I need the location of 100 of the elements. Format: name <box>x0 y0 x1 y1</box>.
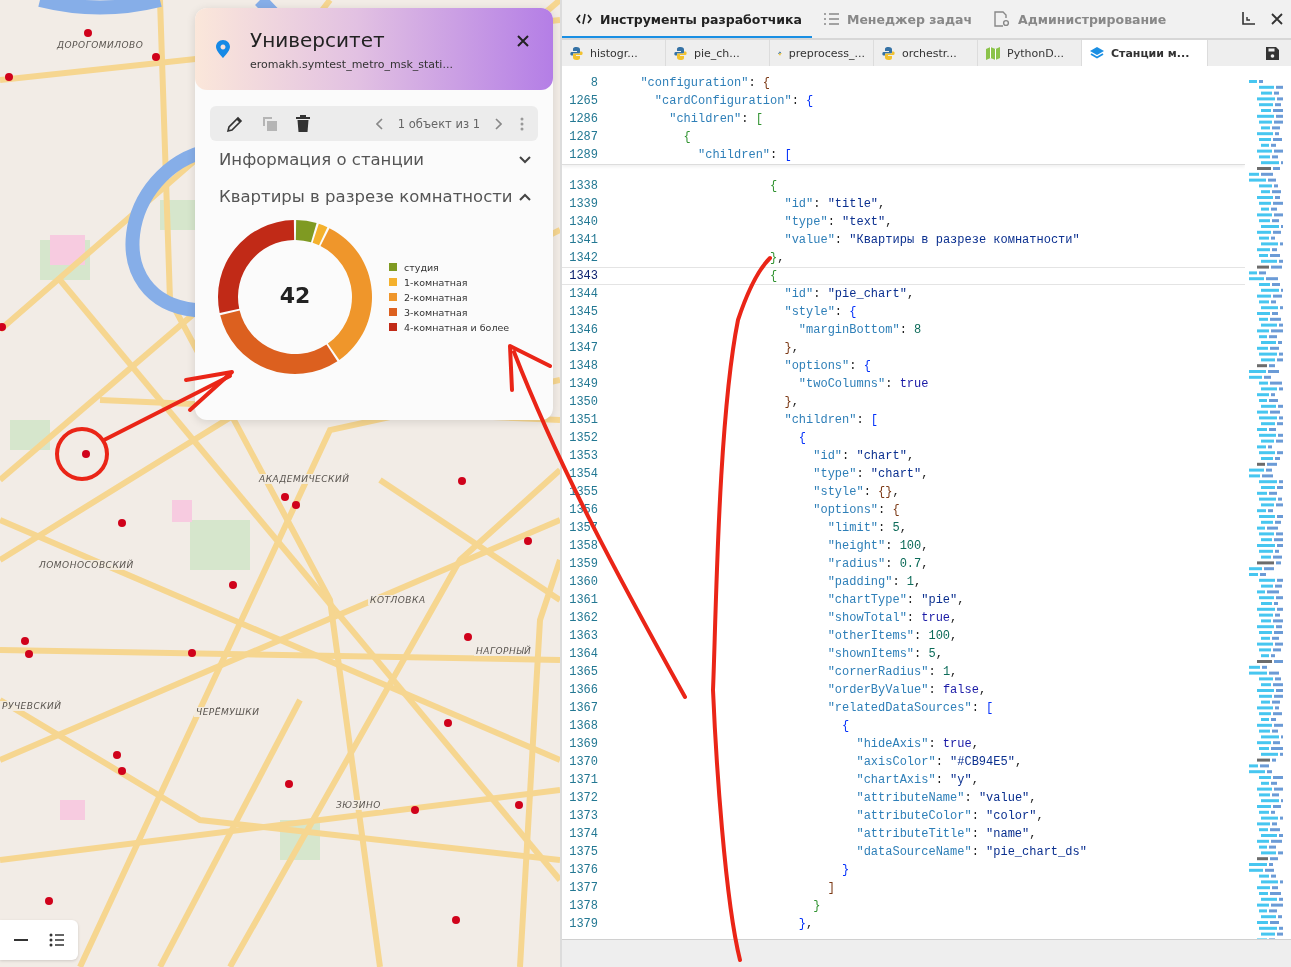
station-marker[interactable] <box>464 633 472 641</box>
line-number: 1376 <box>568 863 598 877</box>
code-line: "type": "text", <box>626 215 893 229</box>
panel-tab[interactable]: Инструменты разработчика <box>562 0 812 38</box>
code-line: "twoColumns": true <box>626 377 929 391</box>
line-number: 1342 <box>568 251 598 265</box>
line-number: 1358 <box>568 539 598 553</box>
code-line: { <box>626 179 778 193</box>
station-marker[interactable] <box>82 450 90 458</box>
pager-text: 1 объект из 1 <box>397 116 480 131</box>
station-marker[interactable] <box>281 493 289 501</box>
station-marker[interactable] <box>118 767 126 775</box>
section-header[interactable]: Информация о станции <box>195 141 553 178</box>
python-icon <box>570 46 583 60</box>
code-line: "value": "Квартиры в разрезе комнатности" <box>626 233 1080 247</box>
line-number: 1367 <box>568 701 598 715</box>
line-number: 1286 <box>568 112 598 126</box>
line-number: 1345 <box>568 305 598 319</box>
line-number: 1379 <box>568 917 598 931</box>
close-icon <box>1271 13 1283 25</box>
line-number: 1351 <box>568 413 598 427</box>
station-title: Университет <box>250 27 386 52</box>
code-line: "attributeColor": "color", <box>626 809 1044 823</box>
district-label: РУЧЕВСКИЙ <box>0 701 64 711</box>
station-marker[interactable] <box>21 637 29 645</box>
station-marker[interactable] <box>118 519 126 527</box>
station-marker[interactable] <box>84 29 92 37</box>
district-label: ЛОМОНОСОВСКИЙ <box>37 560 136 570</box>
code-line: "chartType": "pie", <box>626 593 965 607</box>
station-marker[interactable] <box>0 323 6 331</box>
code-line: "configuration": { <box>639 76 771 90</box>
code-line: "options": { <box>626 359 871 373</box>
station-marker[interactable] <box>188 649 196 657</box>
code-line: "chartAxis": "y", <box>626 773 979 787</box>
station-marker[interactable] <box>524 537 532 545</box>
more-icon <box>520 116 524 131</box>
station-marker[interactable] <box>152 53 160 61</box>
line-number: 1377 <box>568 881 598 895</box>
line-number: 1343 <box>568 269 598 283</box>
line-number: 1338 <box>568 179 598 193</box>
station-marker[interactable] <box>452 916 460 924</box>
location-pin-icon <box>216 40 230 58</box>
code-line: "dataSourceName": "pie_chart_ds" <box>626 845 1087 859</box>
code-line: "limit": 5, <box>626 521 907 535</box>
layers-icon <box>1090 46 1104 60</box>
list-icon <box>49 933 65 947</box>
line-number: 1347 <box>568 341 598 355</box>
code-line: "style": { <box>626 305 857 319</box>
save-icon <box>1266 46 1279 60</box>
copy-icon <box>262 115 278 132</box>
line-number: 1352 <box>568 431 598 445</box>
code-line: "otherItems": 100, <box>626 629 958 643</box>
code-line: "orderByValue": false, <box>626 683 987 697</box>
code-icon <box>576 13 592 25</box>
file-tab[interactable]: Станции м... <box>1082 40 1208 66</box>
station-marker[interactable] <box>285 780 293 788</box>
line-number: 1365 <box>568 665 598 679</box>
code-line: "showTotal": true, <box>626 611 958 625</box>
line-number: 1363 <box>568 629 598 643</box>
code-line: "height": 100, <box>626 539 929 553</box>
code-line: "id": "title", <box>626 197 886 211</box>
station-marker[interactable] <box>444 719 452 727</box>
code-line: "type": "chart", <box>626 467 929 481</box>
code-line: "children": [ <box>668 112 763 126</box>
station-marker[interactable] <box>45 897 53 905</box>
section-header[interactable]: Квартиры в разрезе комнатности <box>195 178 553 215</box>
close-icon <box>517 34 529 47</box>
line-number: 1371 <box>568 773 598 787</box>
station-marker[interactable] <box>411 806 419 814</box>
line-number: 1360 <box>568 575 598 589</box>
code-line: "relatedDataSources": [ <box>626 701 994 715</box>
station-marker[interactable] <box>515 801 523 809</box>
code-line: "cardConfiguration": { <box>653 94 814 108</box>
station-marker[interactable] <box>229 581 237 589</box>
line-number: 1375 <box>568 845 598 859</box>
code-line: }, <box>626 251 785 265</box>
annotation-circle <box>55 427 109 481</box>
document-gear-icon <box>994 11 1011 27</box>
pencil-icon <box>226 114 244 133</box>
code-line: "children": [ <box>697 148 792 162</box>
legend-label: студия <box>404 261 439 273</box>
chevron-right-icon <box>494 117 502 130</box>
station-marker[interactable] <box>292 501 300 509</box>
district-label: ЧЕРЁМУШКИ <box>194 707 262 717</box>
layer-name: eromakh.symtest_metro_msk_stati... <box>250 57 454 71</box>
station-marker[interactable] <box>458 477 466 485</box>
trash-icon <box>296 115 310 132</box>
chevron-icon <box>519 192 531 201</box>
code-line: "options": { <box>626 503 900 517</box>
legend-label: 2-комнатная <box>404 291 468 303</box>
district-label: ДОРОГОМИЛОВО <box>55 40 146 50</box>
line-number: 1265 <box>568 94 598 108</box>
station-marker[interactable] <box>113 751 121 759</box>
line-number: 1349 <box>568 377 598 391</box>
code-line: "style": {}, <box>626 485 900 499</box>
code-line: "id": "pie_chart", <box>626 287 915 301</box>
station-marker[interactable] <box>5 73 13 81</box>
line-number: 1289 <box>568 148 598 162</box>
station-marker[interactable] <box>25 650 33 658</box>
line-number: 1359 <box>568 557 598 571</box>
